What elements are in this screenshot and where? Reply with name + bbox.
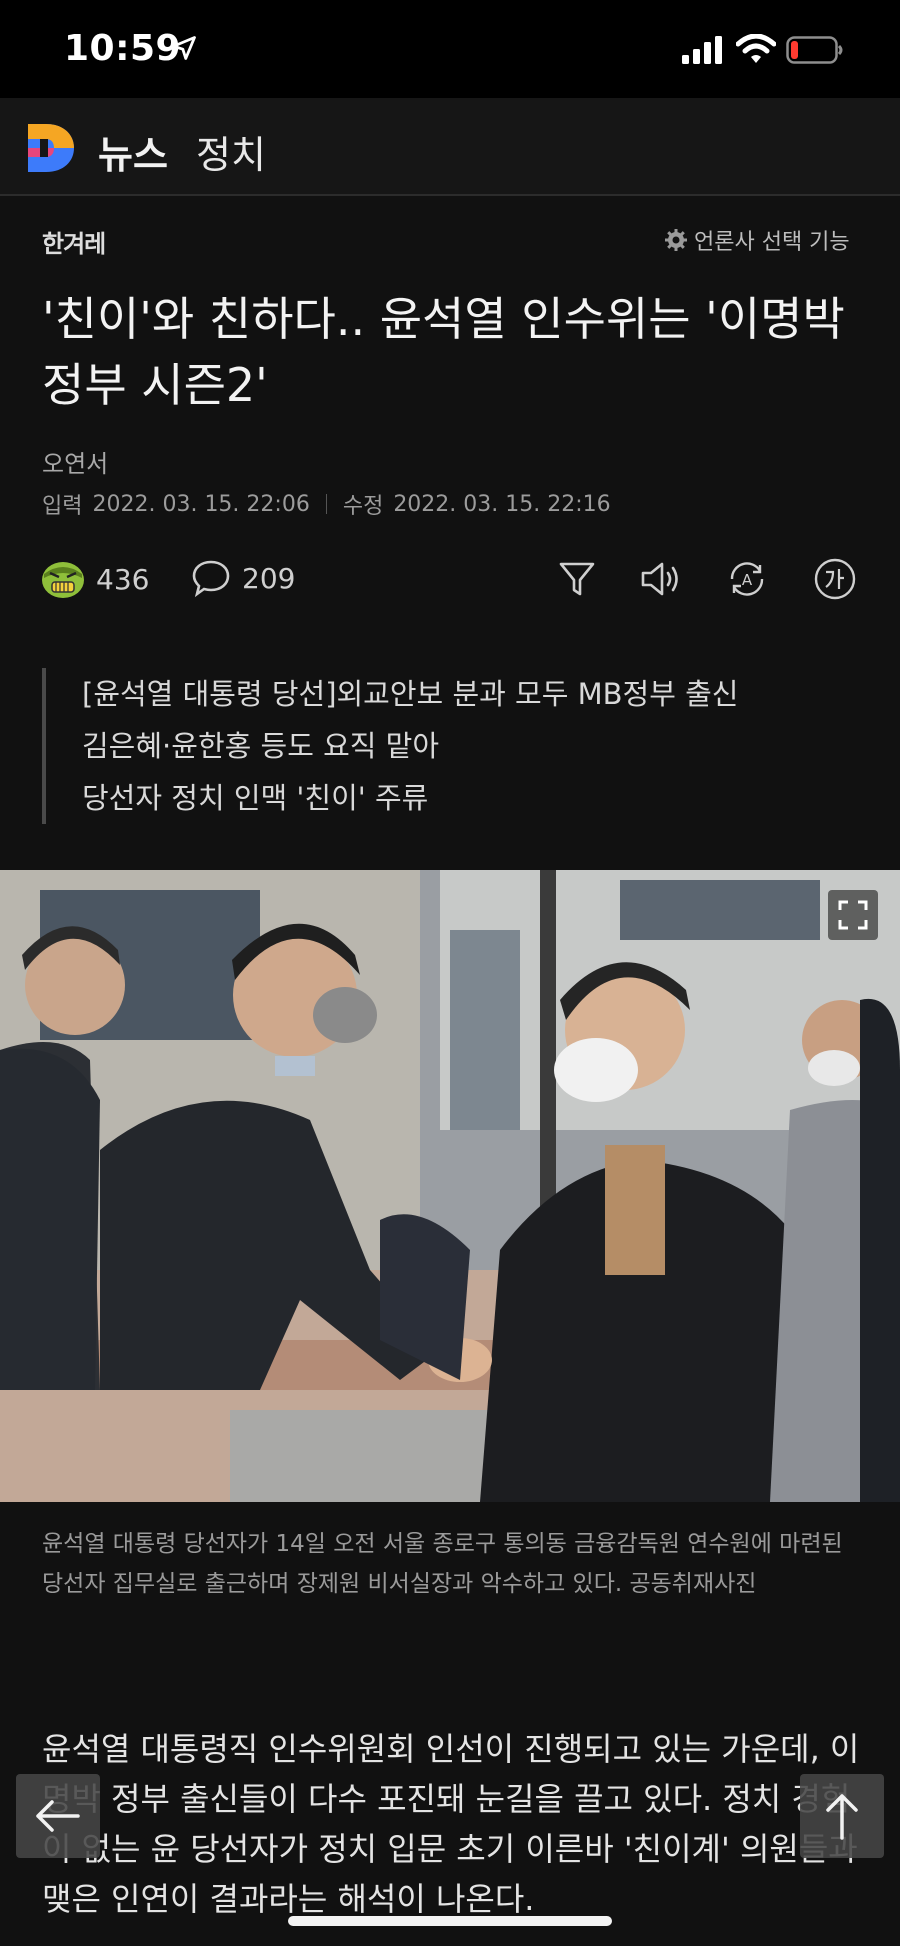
article-title: '친이'와 친하다.. 윤석열 인수위는 '이명박정부 시즌2' [42, 292, 845, 412]
comment-button[interactable]: 209 [190, 558, 295, 598]
location-arrow-icon [172, 36, 196, 60]
nav-section-politics[interactable]: 정치 [196, 124, 266, 179]
press-logo[interactable]: 한겨레 [42, 224, 106, 259]
gear-icon [665, 229, 687, 251]
photo-caption: 윤석열 대통령 당선자가 14일 오전 서울 종로구 통의동 금융감독원 연수원… [42, 1531, 843, 1597]
speaker-icon[interactable] [638, 556, 684, 602]
article-author[interactable]: 오연서 [42, 444, 108, 479]
article-photo[interactable] [0, 870, 900, 1502]
battery-low-icon [786, 36, 843, 64]
article-summary: [윤석열 대통령 당선]외교안보 분과 모두 MB정부 출신 김은혜·윤한홍 등… [42, 668, 738, 824]
signal-icon [682, 36, 722, 64]
translate-icon[interactable]: A [724, 556, 770, 602]
date-divider [325, 494, 327, 514]
home-indicator[interactable] [288, 1916, 612, 1926]
status-bar: 10:59 [0, 0, 900, 98]
filter-icon[interactable] [554, 556, 600, 602]
article-body: 윤석열 대통령직 인수위원회 인선이 진행되고 있는 가운데, 이명박 정부 출… [42, 1730, 860, 1918]
status-time: 10:59 [64, 28, 182, 69]
scroll-top-icon[interactable] [800, 1774, 884, 1858]
summary-line: [윤석열 대통령 당선]외교안보 분과 모두 MB정부 출신 [82, 677, 739, 711]
font-size-icon[interactable] [812, 556, 858, 602]
reaction-button[interactable]: 436 [40, 558, 149, 600]
wifi-icon [736, 34, 776, 63]
article-action-row: 436 209 A [40, 552, 870, 608]
press-select-button[interactable]: 언론사 선택 기능 [664, 224, 850, 256]
svg-text:A: A [742, 571, 753, 589]
input-label: 입력 [42, 494, 83, 519]
edit-label: 수정 [342, 494, 384, 519]
article-dates: 입력 2022. 03. 15. 22:06 수정 2022. 03. 15. … [42, 488, 611, 520]
comment-icon [192, 560, 230, 598]
angry-emoji-icon [42, 562, 84, 598]
summary-line: 김은혜·윤한홍 등도 요직 맡아 [82, 729, 440, 763]
nav-news[interactable]: 뉴스 [98, 124, 168, 179]
app-header: 뉴스 정치 [0, 98, 900, 196]
back-arrow-icon[interactable] [16, 1774, 100, 1858]
summary-line: 당선자 정치 인맥 '친이' 주류 [82, 781, 429, 815]
comment-count: 209 [242, 561, 296, 595]
press-select-label: 언론사 선택 기능 [694, 230, 850, 255]
edit-date: 2022. 03. 15. 22:16 [393, 491, 611, 517]
photo-expand-icon[interactable] [828, 890, 878, 940]
input-date: 2022. 03. 15. 22:06 [92, 491, 310, 517]
reaction-count: 436 [96, 562, 150, 596]
daum-logo-icon[interactable] [24, 122, 76, 174]
